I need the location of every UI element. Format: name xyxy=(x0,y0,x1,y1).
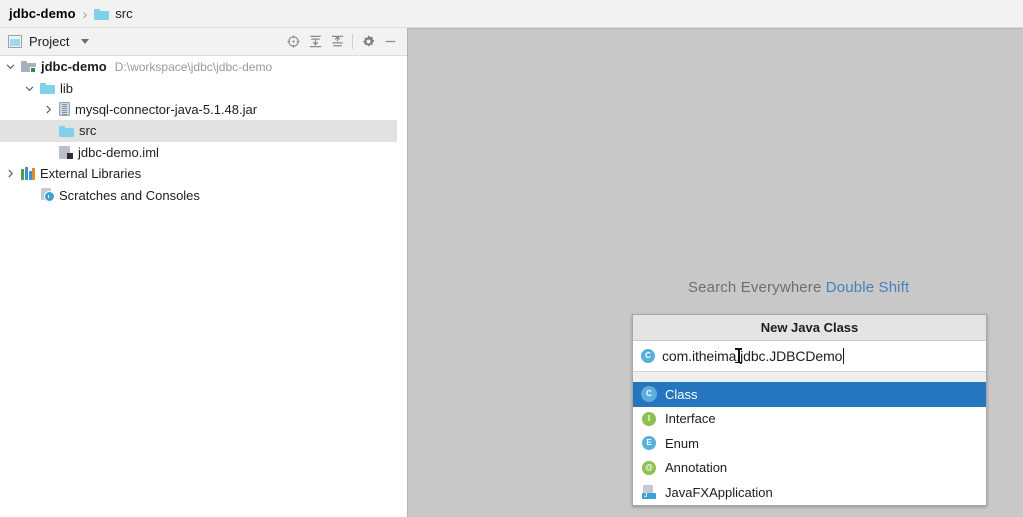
class-badge-icon: C xyxy=(642,387,656,401)
search-everywhere-shortcut: Double Shift xyxy=(826,279,910,296)
tree-row-label: lib xyxy=(60,81,73,96)
tree-row-path: D:\workspace\jdbc\jdbc-demo xyxy=(115,60,272,74)
search-everywhere-hint: Search Everywhere Double Shift xyxy=(688,279,909,296)
tree-row[interactable]: External Libraries xyxy=(0,163,407,184)
tree-arrow-placeholder xyxy=(42,124,55,137)
module-icon xyxy=(21,60,36,73)
new-java-class-title: New Java Class xyxy=(633,315,986,341)
tree-row-label: jdbc-demo.iml xyxy=(78,145,159,160)
breadcrumb-project[interactable]: jdbc-demo xyxy=(9,6,76,21)
new-java-class-kind-label: Enum xyxy=(665,436,699,451)
project-tree-scrollbar[interactable] xyxy=(397,56,407,517)
gear-icon[interactable] xyxy=(357,31,379,53)
chevron-down-icon[interactable] xyxy=(81,39,89,44)
popup-divider xyxy=(633,371,986,382)
tree-row[interactable]: mysql-connector-java-5.1.48.jar xyxy=(0,99,407,120)
project-view-icon xyxy=(8,35,22,48)
search-everywhere-label: Search Everywhere xyxy=(688,279,821,296)
enum-badge-icon: E xyxy=(642,436,656,450)
project-view-selector[interactable]: Project xyxy=(8,34,89,49)
jar-icon xyxy=(59,102,70,116)
tree-arrow-placeholder xyxy=(42,146,55,159)
tree-row[interactable]: src xyxy=(0,120,407,141)
annotation-badge-icon: @ xyxy=(642,461,656,475)
breadcrumb: jdbc-demo › src xyxy=(0,0,1023,28)
javafx-badge-icon: J xyxy=(642,485,656,499)
breadcrumb-item-src[interactable]: src xyxy=(94,6,132,21)
external-libraries-icon xyxy=(21,167,35,180)
text-caret xyxy=(843,348,844,364)
tree-row-label: External Libraries xyxy=(40,166,141,181)
tree-row-label: src xyxy=(79,123,96,138)
chevron-down-icon[interactable] xyxy=(4,60,17,73)
new-java-class-kind-option[interactable]: J JavaFXApplication xyxy=(633,480,986,505)
tree-row-label: Scratches and Consoles xyxy=(59,188,200,203)
new-java-class-kind-list[interactable]: C Class I Interface E Enum @ Annotation J JavaFXA… xyxy=(633,382,986,505)
new-java-class-popup: New Java Class C com.itheima.jdbc.JDBCDe… xyxy=(632,314,987,506)
breadcrumb-separator-icon: › xyxy=(81,6,90,22)
new-java-class-kind-label: Interface xyxy=(665,411,716,426)
tree-row[interactable]: lib xyxy=(0,77,407,98)
class-icon: C xyxy=(641,349,655,363)
tree-row[interactable]: jdbc-demo D:\workspace\jdbc\jdbc-demo xyxy=(0,56,407,77)
minimize-icon[interactable] xyxy=(379,31,401,53)
tree-row-label: jdbc-demo xyxy=(41,59,107,74)
new-java-class-kind-label: Annotation xyxy=(665,460,727,475)
tree-row-label: mysql-connector-java-5.1.48.jar xyxy=(75,102,257,117)
new-java-class-kind-option[interactable]: C Class xyxy=(633,382,986,407)
new-java-class-name-value: com.itheima.jdbc.JDBCDemo xyxy=(662,348,842,364)
expand-all-icon[interactable] xyxy=(304,31,326,53)
new-java-class-kind-option[interactable]: E Enum xyxy=(633,431,986,456)
new-java-class-input-row[interactable]: C com.itheima.jdbc.JDBCDemo xyxy=(633,341,986,371)
chevron-right-icon[interactable] xyxy=(4,167,17,180)
new-java-class-kind-label: JavaFXApplication xyxy=(665,485,773,500)
folder-icon xyxy=(94,8,109,20)
tree-row[interactable]: jdbc-demo.iml xyxy=(0,142,407,163)
toolbar-divider xyxy=(352,34,353,49)
project-panel-title: Project xyxy=(29,34,69,49)
new-java-class-kind-option[interactable]: @ Annotation xyxy=(633,456,986,481)
ide-window: jdbc-demo › src Project xyxy=(0,0,1023,517)
new-java-class-kind-option[interactable]: I Interface xyxy=(633,407,986,432)
project-tool-window: Project xyxy=(0,28,407,517)
chevron-down-icon[interactable] xyxy=(23,82,36,95)
source-folder-icon xyxy=(59,125,74,137)
interface-badge-icon: I xyxy=(642,412,656,426)
iml-file-icon xyxy=(59,146,73,159)
collapse-all-icon[interactable] xyxy=(326,31,348,53)
tree-arrow-placeholder xyxy=(23,189,36,202)
project-panel-toolbar: Project xyxy=(0,28,407,56)
scratches-icon xyxy=(40,188,54,202)
breadcrumb-item-label: src xyxy=(115,6,132,21)
new-java-class-name-input[interactable]: com.itheima.jdbc.JDBCDemo xyxy=(662,348,844,364)
tree-row[interactable]: Scratches and Consoles xyxy=(0,184,407,205)
locate-icon[interactable] xyxy=(282,31,304,53)
new-java-class-kind-label: Class xyxy=(665,387,698,402)
project-tree[interactable]: jdbc-demo D:\workspace\jdbc\jdbc-demo libm… xyxy=(0,56,407,517)
chevron-right-icon[interactable] xyxy=(42,103,55,116)
folder-icon xyxy=(40,82,55,94)
